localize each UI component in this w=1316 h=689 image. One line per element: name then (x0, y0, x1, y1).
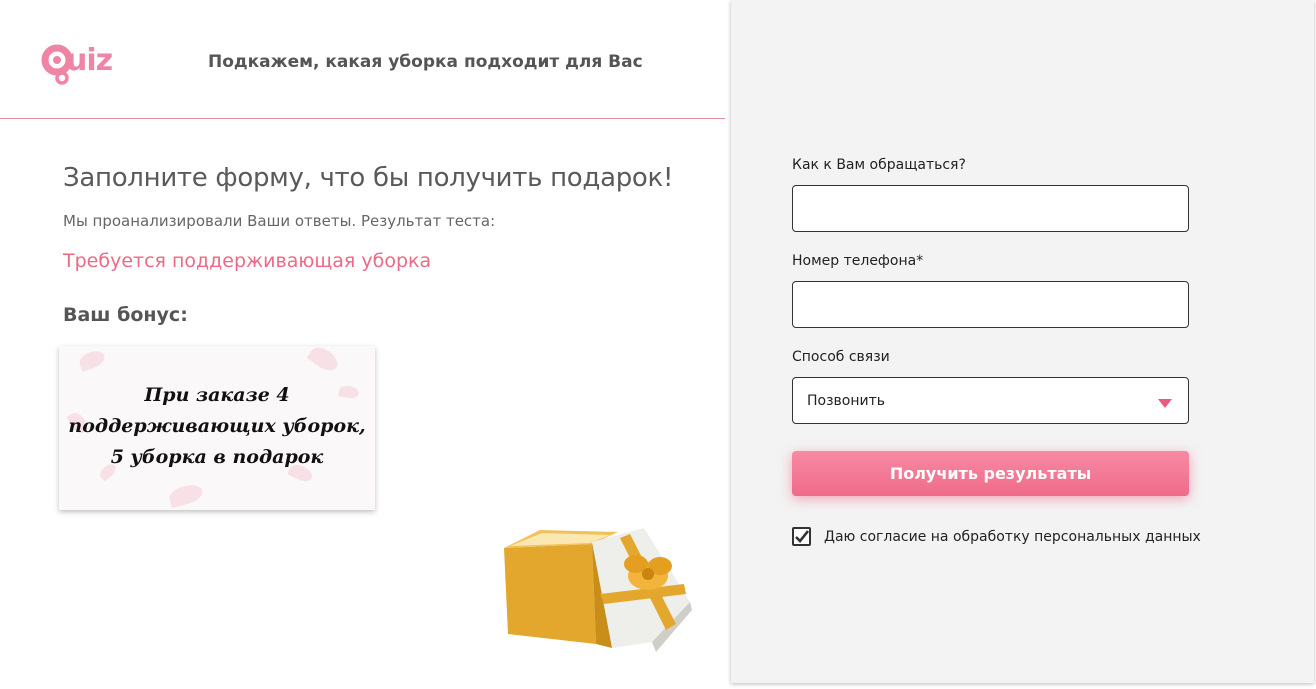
dropdown-arrow-icon (1158, 399, 1172, 408)
bonus-card: При заказе 4 поддерживающих уборок, 5 уб… (59, 346, 375, 510)
petal-decoration (167, 481, 205, 509)
bonus-text-line: 5 уборка в подарок (110, 446, 324, 468)
bonus-text-line: При заказе 4 (144, 384, 290, 406)
contact-form: Как к Вам обращаться? Номер телефона* Сп… (731, 0, 1314, 683)
phone-input[interactable] (792, 281, 1189, 328)
result-intro: Мы проанализировали Ваши ответы. Результ… (63, 212, 496, 230)
petal-decoration (306, 346, 342, 375)
get-results-button[interactable]: Получить результаты (792, 451, 1189, 496)
checkmark-icon (795, 530, 809, 543)
consent-checkbox[interactable] (792, 527, 811, 546)
page: uiz Подкажем, какая уборка подходит для … (0, 0, 1316, 689)
header-title: Подкажем, какая уборка подходит для Вас (208, 52, 643, 72)
bonus-text: При заказе 4 поддерживающих уборок, 5 уб… (59, 380, 375, 473)
contact-method-select[interactable]: Позвонить (792, 377, 1189, 424)
phone-label: Номер телефона* (792, 253, 924, 269)
name-label: Как к Вам обращаться? (792, 157, 966, 173)
petal-decoration (77, 348, 107, 372)
header: uiz Подкажем, какая уборка подходит для … (0, 0, 725, 119)
consent-label: Даю согласие на обработку персональных д… (824, 529, 1201, 545)
bonus-text-line: поддерживающих уборок, (68, 415, 366, 437)
bonus-label: Ваш бонус: (63, 304, 188, 326)
logo-text: uiz (66, 43, 113, 78)
test-result: Требуется поддерживающая уборка (63, 250, 432, 272)
gift-box-icon (504, 528, 692, 652)
contact-method-value: Позвонить (807, 393, 886, 409)
name-input[interactable] (792, 185, 1189, 232)
quiz-result-panel: uiz Подкажем, какая уборка подходит для … (0, 0, 725, 689)
page-title: Заполните форму, что бы получить подарок… (63, 163, 674, 193)
contact-method-label: Способ связи (792, 349, 890, 365)
quiz-logo[interactable]: uiz (41, 42, 136, 86)
